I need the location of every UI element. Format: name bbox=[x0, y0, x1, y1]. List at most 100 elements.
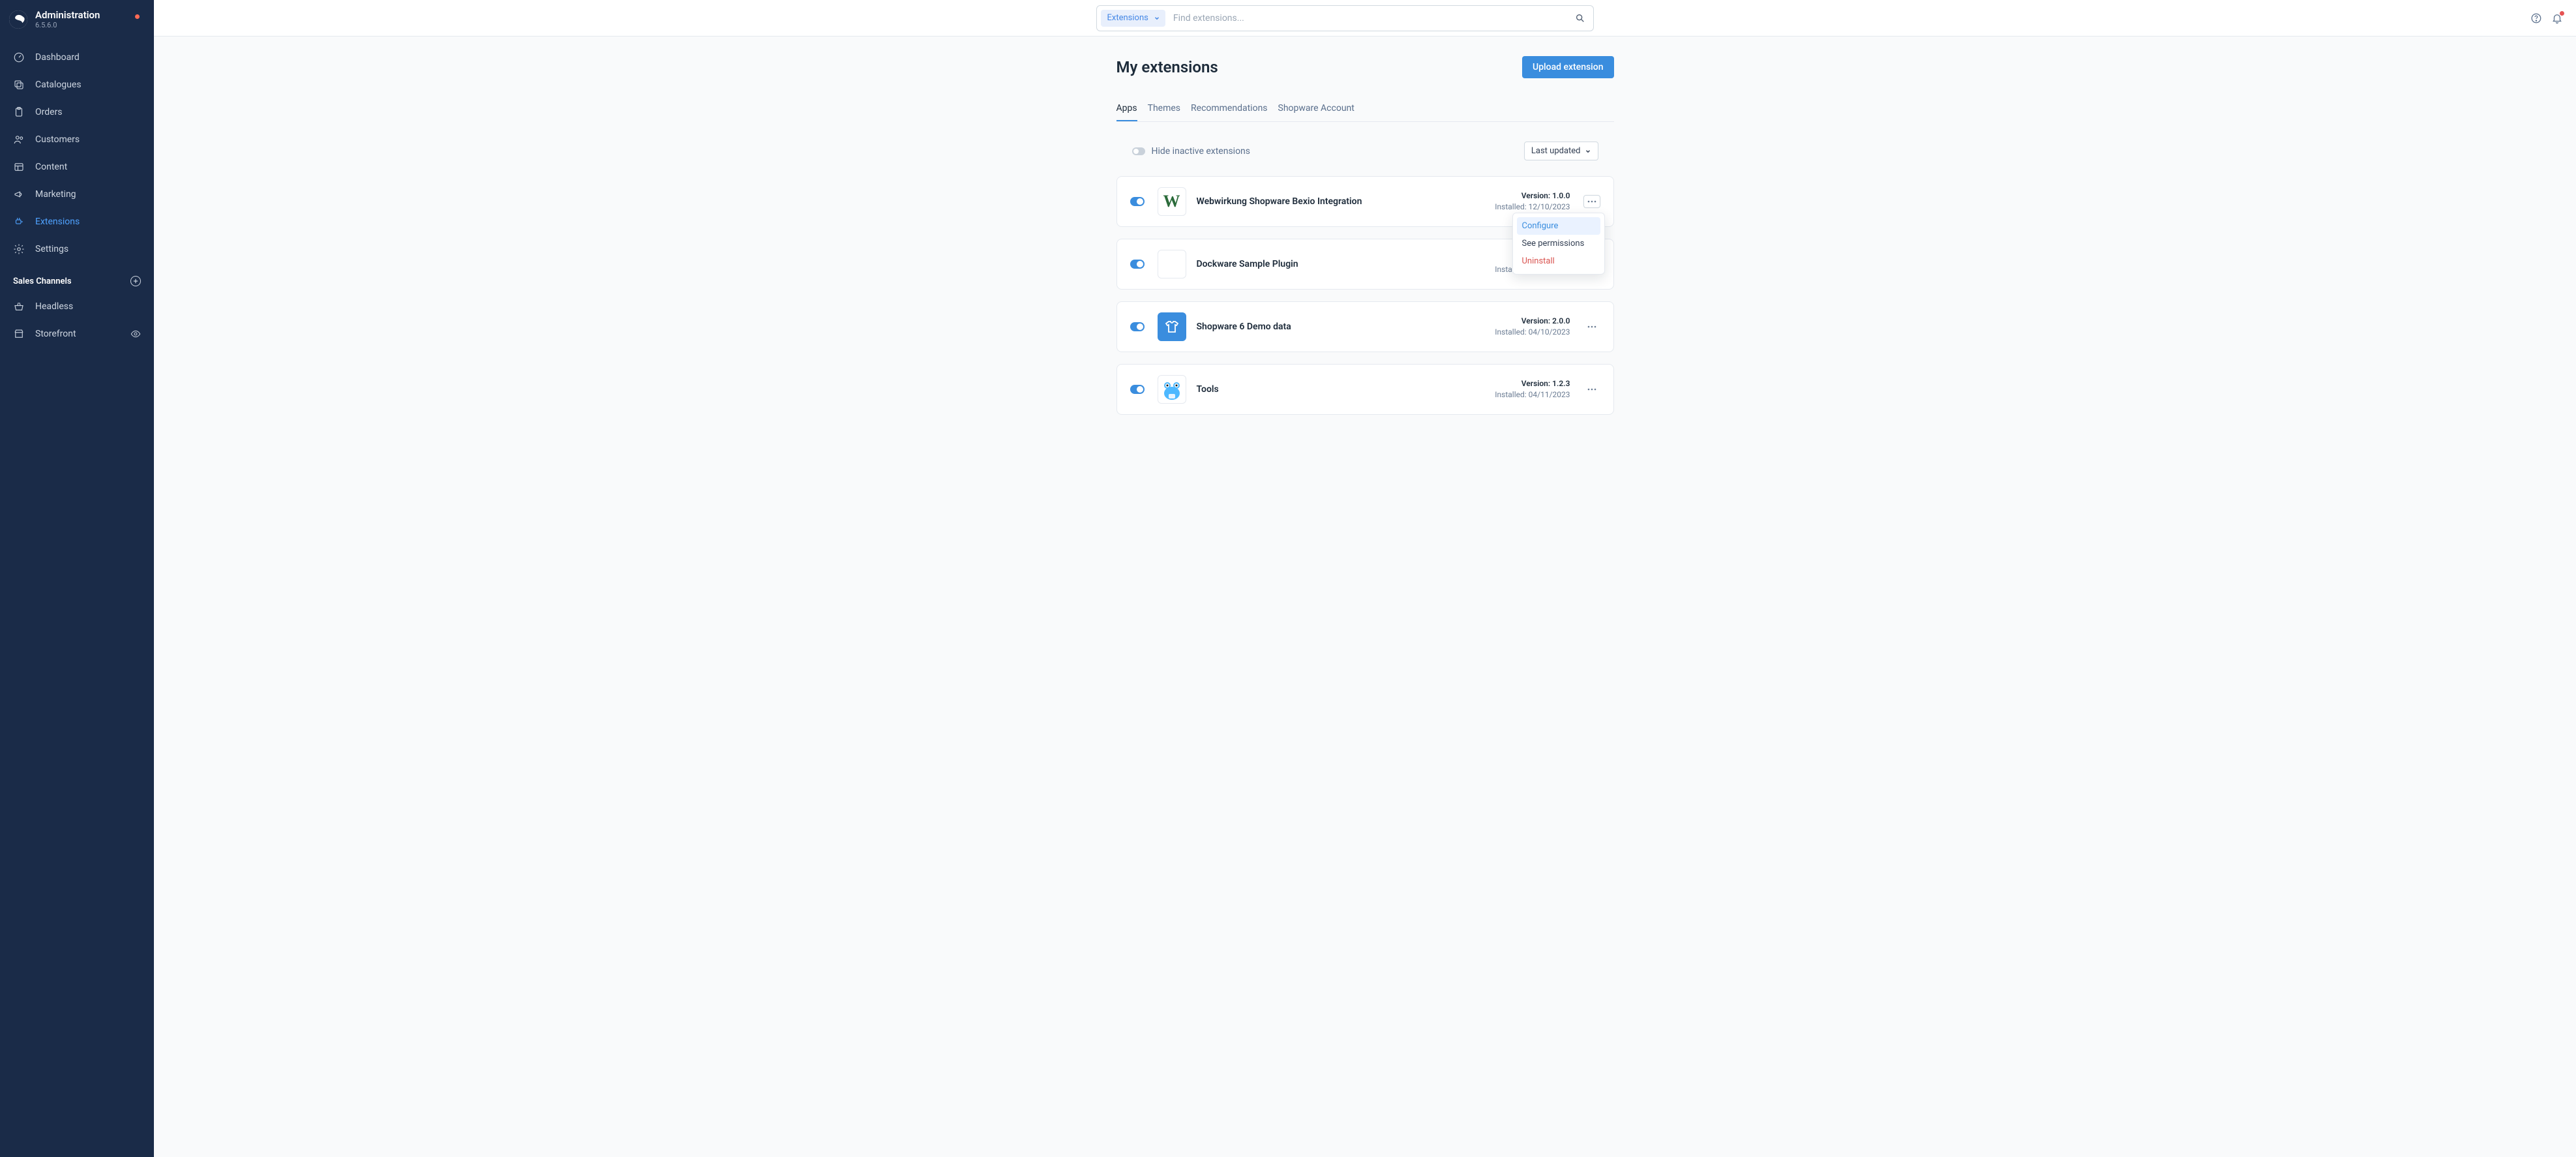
notification-dot-icon bbox=[2560, 11, 2564, 16]
nav-label: Customers bbox=[35, 134, 80, 145]
extension-more-button[interactable] bbox=[1583, 320, 1600, 333]
channels-list: Headless Storefront bbox=[0, 293, 154, 348]
extension-active-toggle[interactable] bbox=[1130, 385, 1145, 394]
clipboard-icon bbox=[13, 106, 25, 118]
nav-label: Catalogues bbox=[35, 80, 82, 90]
nav-label: Content bbox=[35, 162, 67, 172]
plugin-icon bbox=[1158, 375, 1186, 404]
topbar: Extensions bbox=[154, 0, 2576, 37]
sidebar: Administration 6.5.6.0 Dashboard Catalog… bbox=[0, 0, 154, 1157]
hide-inactive-label: Hide inactive extensions bbox=[1152, 146, 1251, 157]
tab-shopware-account[interactable]: Shopware Account bbox=[1278, 97, 1355, 121]
context-configure[interactable]: Configure bbox=[1517, 217, 1600, 235]
extension-active-toggle[interactable] bbox=[1130, 322, 1145, 331]
extensions-list: W Webwirkung Shopware Bexio Integration … bbox=[1116, 176, 1614, 415]
search-box[interactable]: Extensions bbox=[1096, 5, 1594, 31]
brand-version: 6.5.6.0 bbox=[35, 21, 100, 29]
plugin-icon bbox=[1158, 312, 1186, 341]
gear-icon bbox=[13, 243, 25, 255]
extension-meta: Version: 2.0.0 Installed: 04/10/2023 bbox=[1495, 316, 1570, 338]
chevron-down-icon bbox=[1154, 15, 1160, 22]
nav-dashboard[interactable]: Dashboard bbox=[0, 44, 154, 71]
nav-content[interactable]: Content bbox=[0, 153, 154, 181]
megaphone-icon bbox=[13, 188, 25, 200]
copy-icon bbox=[13, 79, 25, 91]
brand-logo-icon bbox=[9, 10, 27, 29]
eye-icon[interactable] bbox=[130, 329, 141, 339]
context-menu: Configure See permissions Uninstall bbox=[1512, 213, 1605, 275]
nav-marketing[interactable]: Marketing bbox=[0, 181, 154, 208]
upload-extension-button[interactable]: Upload extension bbox=[1522, 56, 1613, 78]
tab-apps[interactable]: Apps bbox=[1116, 97, 1137, 121]
extension-version: Version: 1.0.0 bbox=[1495, 190, 1570, 202]
store-icon bbox=[13, 328, 25, 340]
nav-extensions[interactable]: Extensions bbox=[0, 208, 154, 235]
nav-label: Marketing bbox=[35, 189, 76, 200]
extension-meta: Version: 1.2.3 Installed: 04/11/2023 bbox=[1495, 378, 1570, 400]
channel-label: Storefront bbox=[35, 329, 76, 339]
ellipsis-icon bbox=[1587, 200, 1596, 203]
sales-channels-header: Sales Channels bbox=[0, 263, 154, 293]
chevron-down-icon bbox=[1585, 148, 1591, 155]
extension-installed-date: Installed: 04/10/2023 bbox=[1495, 327, 1570, 338]
extension-more-button[interactable] bbox=[1583, 195, 1600, 208]
notifications-button[interactable] bbox=[2551, 12, 2563, 24]
plug-icon bbox=[13, 216, 25, 228]
nav-label: Extensions bbox=[35, 217, 80, 227]
brand-title: Administration bbox=[35, 9, 100, 21]
channel-storefront[interactable]: Storefront bbox=[0, 320, 154, 348]
channel-headless[interactable]: Headless bbox=[0, 293, 154, 320]
extension-more-button[interactable] bbox=[1583, 383, 1600, 396]
tabs: Apps Themes Recommendations Shopware Acc… bbox=[1116, 97, 1614, 122]
extension-active-toggle[interactable] bbox=[1130, 197, 1145, 206]
sort-select[interactable]: Last updated bbox=[1524, 142, 1598, 160]
extension-name: Tools bbox=[1197, 384, 1219, 395]
extension-name: Shopware 6 Demo data bbox=[1197, 322, 1291, 332]
extension-meta: Version: 1.0.0 Installed: 12/10/2023 bbox=[1495, 190, 1570, 213]
main-nav: Dashboard Catalogues Orders Customers Co… bbox=[0, 38, 154, 263]
nav-settings[interactable]: Settings bbox=[0, 235, 154, 263]
hide-inactive-toggle[interactable]: Hide inactive extensions bbox=[1132, 146, 1251, 157]
extension-installed-date: Installed: 12/10/2023 bbox=[1495, 202, 1570, 213]
extension-version: Version: 2.0.0 bbox=[1495, 316, 1570, 327]
extension-version: Version: 1.2.3 bbox=[1495, 378, 1570, 389]
nav-catalogues[interactable]: Catalogues bbox=[0, 71, 154, 98]
search-scope-label: Extensions bbox=[1107, 13, 1148, 23]
users-icon bbox=[13, 134, 25, 145]
help-icon[interactable] bbox=[2530, 12, 2542, 24]
tab-recommendations[interactable]: Recommendations bbox=[1191, 97, 1268, 121]
extension-active-toggle[interactable] bbox=[1130, 260, 1145, 269]
ellipsis-icon bbox=[1587, 325, 1596, 328]
search-icon[interactable] bbox=[1575, 13, 1585, 23]
extension-name: Webwirkung Shopware Bexio Integration bbox=[1197, 196, 1362, 207]
plugin-icon bbox=[1158, 250, 1186, 278]
context-permissions[interactable]: See permissions bbox=[1517, 235, 1600, 252]
basket-icon bbox=[13, 301, 25, 312]
page-title: My extensions bbox=[1116, 58, 1218, 76]
extension-row: Tools Version: 1.2.3 Installed: 04/11/20… bbox=[1116, 364, 1614, 415]
search-input[interactable] bbox=[1165, 13, 1575, 23]
status-dot-icon bbox=[135, 14, 140, 19]
layout-icon bbox=[13, 161, 25, 173]
extension-name: Dockware Sample Plugin bbox=[1197, 259, 1298, 269]
nav-label: Orders bbox=[35, 107, 63, 117]
tab-themes[interactable]: Themes bbox=[1148, 97, 1180, 121]
nav-orders[interactable]: Orders bbox=[0, 98, 154, 126]
add-channel-button[interactable] bbox=[130, 276, 141, 286]
search-scope-selector[interactable]: Extensions bbox=[1101, 10, 1165, 27]
section-title: Sales Channels bbox=[13, 277, 72, 286]
plugin-icon: W bbox=[1158, 187, 1186, 216]
gauge-icon bbox=[13, 52, 25, 63]
frog-icon bbox=[1159, 376, 1185, 402]
extension-row: Shopware 6 Demo data Version: 2.0.0 Inst… bbox=[1116, 301, 1614, 352]
ellipsis-icon bbox=[1587, 388, 1596, 391]
context-uninstall[interactable]: Uninstall bbox=[1517, 252, 1600, 270]
nav-label: Settings bbox=[35, 244, 68, 254]
brand-area[interactable]: Administration 6.5.6.0 bbox=[0, 0, 154, 38]
sort-label: Last updated bbox=[1531, 146, 1581, 156]
tshirt-icon bbox=[1164, 319, 1180, 335]
extension-installed-date: Installed: 04/11/2023 bbox=[1495, 389, 1570, 400]
nav-label: Dashboard bbox=[35, 52, 80, 63]
nav-customers[interactable]: Customers bbox=[0, 126, 154, 153]
channel-label: Headless bbox=[35, 301, 73, 312]
